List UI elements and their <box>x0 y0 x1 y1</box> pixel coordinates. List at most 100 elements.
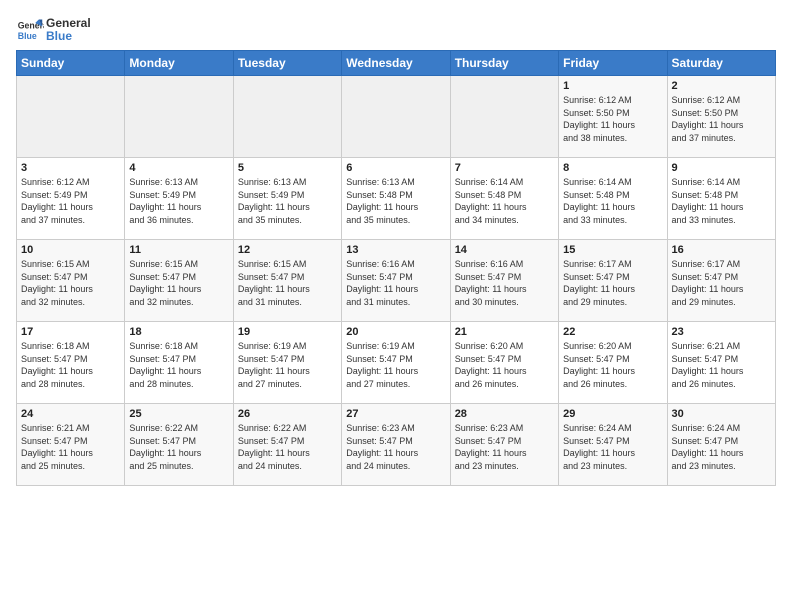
calendar-cell: 7 Sunrise: 6:14 AM Sunset: 5:48 PM Daylig… <box>450 158 558 240</box>
calendar-cell: 10Sunrise: 6:15 AM Sunset: 5:47 PM Dayli… <box>17 240 125 322</box>
calendar-week-2: 3 Sunrise: 6:12 AM Sunset: 5:49 PM Daylig… <box>17 158 776 240</box>
day-number: 22 <box>563 326 662 338</box>
calendar-cell: 9Sunrise: 6:14 AM Sunset: 5:48 PM Daylig… <box>667 158 775 240</box>
calendar-table: SundayMondayTuesdayWednesdayThursdayFrid… <box>16 50 776 486</box>
calendar-cell: 1Sunrise: 6:12 AM Sunset: 5:50 PM Daylig… <box>559 76 667 158</box>
day-number: 11 <box>129 244 228 256</box>
day-number: 28 <box>455 408 554 420</box>
calendar-cell <box>450 76 558 158</box>
cell-content: Sunrise: 6:16 AM Sunset: 5:47 PM Dayligh… <box>346 258 445 308</box>
logo-icon: General Blue <box>16 16 44 44</box>
calendar-cell: 30 Sunrise: 6:24 AM Sunset: 5:47 PM Dayli… <box>667 404 775 486</box>
cell-content: Sunrise: 6:22 AM Sunset: 5:47 PM Dayligh… <box>238 422 337 472</box>
cell-content: Sunrise: 6:23 AM Sunset: 5:47 PM Dayligh… <box>346 422 445 472</box>
calendar-cell: 18 Sunrise: 6:18 AM Sunset: 5:47 PM Dayli… <box>125 322 233 404</box>
day-number: 23 <box>672 326 771 338</box>
calendar-week-4: 17 Sunrise: 6:18 AM Sunset: 5:47 PM Dayli… <box>17 322 776 404</box>
day-number: 18 <box>129 326 228 338</box>
calendar-cell: 19Sunrise: 6:19 AM Sunset: 5:47 PM Dayli… <box>233 322 341 404</box>
page-container: General Blue General Blue SundayMondayTu… <box>0 0 792 496</box>
cell-content: Sunrise: 6:23 AM Sunset: 5:47 PM Dayligh… <box>455 422 554 472</box>
cell-content: Sunrise: 6:16 AM Sunset: 5:47 PM Dayligh… <box>455 258 554 308</box>
day-number: 6 <box>346 162 445 174</box>
cell-content: Sunrise: 6:13 AM Sunset: 5:49 PM Dayligh… <box>129 176 228 226</box>
cell-content: Sunrise: 6:13 AM Sunset: 5:48 PM Dayligh… <box>346 176 445 226</box>
calendar-cell: 23 Sunrise: 6:21 AM Sunset: 5:47 PM Dayli… <box>667 322 775 404</box>
calendar-cell: 2Sunrise: 6:12 AM Sunset: 5:50 PM Daylig… <box>667 76 775 158</box>
calendar-cell: 17 Sunrise: 6:18 AM Sunset: 5:47 PM Dayli… <box>17 322 125 404</box>
cell-content: Sunrise: 6:12 AM Sunset: 5:49 PM Dayligh… <box>21 176 120 226</box>
calendar-cell: 3 Sunrise: 6:12 AM Sunset: 5:49 PM Daylig… <box>17 158 125 240</box>
calendar-cell: 4 Sunrise: 6:13 AM Sunset: 5:49 PM Daylig… <box>125 158 233 240</box>
calendar-week-3: 10Sunrise: 6:15 AM Sunset: 5:47 PM Dayli… <box>17 240 776 322</box>
calendar-week-1: 1Sunrise: 6:12 AM Sunset: 5:50 PM Daylig… <box>17 76 776 158</box>
weekday-header-saturday: Saturday <box>667 51 775 76</box>
logo: General Blue General Blue <box>16 16 91 44</box>
logo-blue: Blue <box>46 30 91 43</box>
day-number: 17 <box>21 326 120 338</box>
header: General Blue General Blue <box>16 16 776 44</box>
day-number: 24 <box>21 408 120 420</box>
day-number: 27 <box>346 408 445 420</box>
day-number: 12 <box>238 244 337 256</box>
day-number: 21 <box>455 326 554 338</box>
calendar-cell: 8 Sunrise: 6:14 AM Sunset: 5:48 PM Daylig… <box>559 158 667 240</box>
day-number: 7 <box>455 162 554 174</box>
day-number: 8 <box>563 162 662 174</box>
day-number: 13 <box>346 244 445 256</box>
day-number: 3 <box>21 162 120 174</box>
cell-content: Sunrise: 6:22 AM Sunset: 5:47 PM Dayligh… <box>129 422 228 472</box>
cell-content: Sunrise: 6:20 AM Sunset: 5:47 PM Dayligh… <box>563 340 662 390</box>
cell-content: Sunrise: 6:20 AM Sunset: 5:47 PM Dayligh… <box>455 340 554 390</box>
cell-content: Sunrise: 6:14 AM Sunset: 5:48 PM Dayligh… <box>563 176 662 226</box>
cell-content: Sunrise: 6:19 AM Sunset: 5:47 PM Dayligh… <box>346 340 445 390</box>
weekday-header-wednesday: Wednesday <box>342 51 450 76</box>
calendar-cell: 24 Sunrise: 6:21 AM Sunset: 5:47 PM Dayli… <box>17 404 125 486</box>
cell-content: Sunrise: 6:18 AM Sunset: 5:47 PM Dayligh… <box>129 340 228 390</box>
day-number: 15 <box>563 244 662 256</box>
day-number: 30 <box>672 408 771 420</box>
calendar-cell: 20 Sunrise: 6:19 AM Sunset: 5:47 PM Dayli… <box>342 322 450 404</box>
calendar-header-row: SundayMondayTuesdayWednesdayThursdayFrid… <box>17 51 776 76</box>
calendar-cell: 29 Sunrise: 6:24 AM Sunset: 5:47 PM Dayli… <box>559 404 667 486</box>
calendar-cell: 16 Sunrise: 6:17 AM Sunset: 5:47 PM Dayli… <box>667 240 775 322</box>
day-number: 14 <box>455 244 554 256</box>
day-number: 29 <box>563 408 662 420</box>
cell-content: Sunrise: 6:24 AM Sunset: 5:47 PM Dayligh… <box>563 422 662 472</box>
day-number: 25 <box>129 408 228 420</box>
calendar-cell: 22 Sunrise: 6:20 AM Sunset: 5:47 PM Dayli… <box>559 322 667 404</box>
calendar-cell <box>17 76 125 158</box>
calendar-cell: 13 Sunrise: 6:16 AM Sunset: 5:47 PM Dayli… <box>342 240 450 322</box>
day-number: 10 <box>21 244 120 256</box>
calendar-cell: 26 Sunrise: 6:22 AM Sunset: 5:47 PM Dayli… <box>233 404 341 486</box>
cell-content: Sunrise: 6:21 AM Sunset: 5:47 PM Dayligh… <box>21 422 120 472</box>
cell-content: Sunrise: 6:13 AM Sunset: 5:49 PM Dayligh… <box>238 176 337 226</box>
cell-content: Sunrise: 6:14 AM Sunset: 5:48 PM Dayligh… <box>455 176 554 226</box>
cell-content: Sunrise: 6:21 AM Sunset: 5:47 PM Dayligh… <box>672 340 771 390</box>
calendar-week-5: 24 Sunrise: 6:21 AM Sunset: 5:47 PM Dayli… <box>17 404 776 486</box>
day-number: 9 <box>672 162 771 174</box>
calendar-cell: 5Sunrise: 6:13 AM Sunset: 5:49 PM Daylig… <box>233 158 341 240</box>
calendar-cell: 11Sunrise: 6:15 AM Sunset: 5:47 PM Dayli… <box>125 240 233 322</box>
day-number: 16 <box>672 244 771 256</box>
cell-content: Sunrise: 6:24 AM Sunset: 5:47 PM Dayligh… <box>672 422 771 472</box>
weekday-header-monday: Monday <box>125 51 233 76</box>
cell-content: Sunrise: 6:18 AM Sunset: 5:47 PM Dayligh… <box>21 340 120 390</box>
calendar-cell <box>342 76 450 158</box>
cell-content: Sunrise: 6:17 AM Sunset: 5:47 PM Dayligh… <box>672 258 771 308</box>
cell-content: Sunrise: 6:19 AM Sunset: 5:47 PM Dayligh… <box>238 340 337 390</box>
calendar-cell <box>233 76 341 158</box>
day-number: 20 <box>346 326 445 338</box>
day-number: 4 <box>129 162 228 174</box>
calendar-cell: 15 Sunrise: 6:17 AM Sunset: 5:47 PM Dayli… <box>559 240 667 322</box>
weekday-header-tuesday: Tuesday <box>233 51 341 76</box>
weekday-header-sunday: Sunday <box>17 51 125 76</box>
svg-text:Blue: Blue <box>18 31 37 41</box>
day-number: 1 <box>563 80 662 92</box>
cell-content: Sunrise: 6:17 AM Sunset: 5:47 PM Dayligh… <box>563 258 662 308</box>
calendar-cell: 28 Sunrise: 6:23 AM Sunset: 5:47 PM Dayli… <box>450 404 558 486</box>
day-number: 26 <box>238 408 337 420</box>
day-number: 2 <box>672 80 771 92</box>
calendar-cell: 6 Sunrise: 6:13 AM Sunset: 5:48 PM Daylig… <box>342 158 450 240</box>
calendar-cell: 25 Sunrise: 6:22 AM Sunset: 5:47 PM Dayli… <box>125 404 233 486</box>
